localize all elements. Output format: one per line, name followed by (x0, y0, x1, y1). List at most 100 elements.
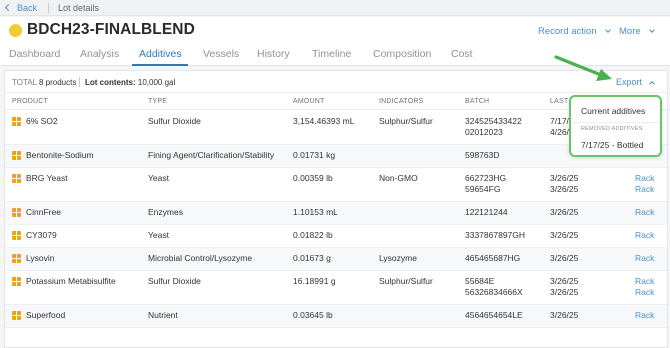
product-amount: 0.03645 lb (293, 310, 333, 320)
batch-number: 56326834666X (465, 287, 523, 297)
product-type: Sulfur Dioxide (148, 276, 201, 286)
lot-header: BDCH23-FINALBLEND Record action More (0, 17, 670, 45)
summary-bar: TOTAL 8 products Lot contents: 10,000 ga… (5, 71, 667, 93)
last-date: 3/26/25 (550, 184, 579, 194)
product-amount: 0.00359 lb (293, 173, 333, 183)
product-name: BRG Yeast (26, 173, 68, 183)
tab-composition[interactable]: Composition (373, 48, 431, 60)
product-indicators: Sulphur/Sulfur (379, 116, 433, 126)
last-date: 3/26/25 (550, 276, 579, 286)
product-name: Bentonite-Sodium (26, 150, 94, 160)
product-icon (12, 231, 21, 240)
batch-number: 3337867897GH (465, 230, 526, 240)
rack-link[interactable]: Rack (635, 276, 654, 287)
last-date: 3/26/25 (550, 207, 579, 217)
product-type: Yeast (148, 173, 169, 183)
top-bar: Back Lot details (0, 0, 670, 16)
lot-contents-value: 10,000 gal (137, 78, 176, 87)
divider (571, 122, 660, 123)
last-date: 3/26/25 (550, 230, 579, 240)
table-row[interactable]: Potassium Metabisulfite Sulfur Dioxide 1… (5, 271, 667, 305)
lot-status-dot (9, 24, 22, 37)
product-name: Potassium Metabisulfite (26, 276, 116, 286)
product-type: Sulfur Dioxide (148, 116, 201, 126)
product-indicators: Lysozyme (379, 253, 417, 263)
last-date: 7/17/ (550, 116, 569, 126)
record-action-label: Record action (538, 26, 597, 37)
tab-dashboard[interactable]: Dashboard (9, 48, 60, 60)
table-row[interactable]: Superfood Nutrient 0.03645 lb 4564654654… (5, 305, 667, 328)
product-count: 8 products (39, 78, 77, 87)
batch-number: 465465687HG (465, 253, 521, 263)
table-row[interactable]: CY3079 Yeast 0.01822 lb 3337867897GH 3/2… (5, 225, 667, 248)
product-amount: 0.01731 kg (293, 150, 336, 160)
product-type: Microbial Control/Lysozyme (148, 253, 253, 263)
batch-number: 122121244 (465, 207, 508, 217)
product-name: Superfood (26, 310, 66, 320)
removed-additives-option[interactable]: 7/17/25 - Bottled (581, 140, 643, 150)
last-date: 4/26/ (550, 127, 569, 137)
record-action-button[interactable]: Record action (538, 26, 611, 37)
lot-contents-label: Lot contents: (85, 78, 136, 87)
chevron-down-icon (648, 27, 655, 33)
column-header[interactable]: AMOUNT (293, 98, 325, 105)
column-header[interactable]: BATCH (465, 98, 489, 105)
current-additives-option[interactable]: Current additives (581, 106, 645, 116)
tab-vessels[interactable]: Vessels (203, 48, 239, 60)
rack-link[interactable]: Rack (635, 253, 654, 264)
back-label: Back (17, 2, 38, 13)
product-name: CY3079 (26, 230, 57, 240)
total-label: TOTAL (12, 78, 38, 87)
rack-link[interactable]: Rack (635, 230, 654, 241)
product-indicators: Non-GMO (379, 173, 418, 183)
chevron-left-icon (4, 3, 13, 12)
last-date: 3/26/25 (550, 173, 579, 183)
product-icon (12, 254, 21, 263)
page-title: BDCH23-FINALBLEND (27, 21, 195, 38)
column-header[interactable]: TYPE (148, 98, 167, 105)
table-row[interactable]: CinnFree Enzymes 1.10153 mL 122121244 3/… (5, 202, 667, 225)
product-icon (12, 277, 21, 286)
tab-history[interactable]: History (257, 48, 290, 60)
tab-timeline[interactable]: Timeline (312, 48, 351, 60)
column-header[interactable]: LAST (550, 98, 568, 105)
rack-link[interactable]: Rack (635, 310, 654, 321)
breadcrumb: Lot details (58, 2, 100, 13)
product-icon (12, 208, 21, 217)
rack-link[interactable]: Rack (635, 287, 654, 298)
product-type: Yeast (148, 230, 169, 240)
rack-link[interactable]: Rack (635, 173, 654, 184)
product-name: Lysovin (26, 253, 55, 263)
tab-additives[interactable]: Additives (139, 48, 182, 60)
active-tab-indicator (132, 64, 188, 66)
last-date: 3/26/25 (550, 310, 579, 320)
last-date: 3/26/25 (550, 287, 579, 297)
chevron-down-icon (604, 27, 611, 33)
column-header[interactable]: INDICATORS (379, 98, 424, 105)
tab-analysis[interactable]: Analysis (80, 48, 119, 60)
table-row[interactable]: BRG Yeast Yeast 0.00359 lb Non-GMO 66272… (5, 168, 667, 202)
column-header[interactable]: PRODUCT (12, 98, 48, 105)
more-button[interactable]: More (619, 26, 655, 37)
product-indicators: Sulphur/Sulfur (379, 276, 433, 286)
table-header: PRODUCT TYPE AMOUNT INDICATORS BATCH LAS… (5, 94, 667, 110)
export-button[interactable]: Export (616, 77, 655, 87)
product-icon (12, 174, 21, 183)
table-row[interactable]: Bentonite-Sodium Fining Agent/Clarificat… (5, 145, 667, 168)
table-row[interactable]: 6% SO2 Sulfur Dioxide 3,154.46393 mL Sul… (5, 111, 667, 145)
back-button[interactable]: Back (0, 0, 37, 16)
product-name: 6% SO2 (26, 116, 58, 126)
product-name: CinnFree (26, 207, 61, 217)
rack-link[interactable]: Rack (635, 184, 654, 195)
removed-additives-heading: REMOVED ADDITIVES (581, 126, 643, 132)
divider (48, 2, 50, 13)
table-row[interactable]: Lysovin Microbial Control/Lysozyme 0.016… (5, 248, 667, 271)
lot-contents: Lot contents: 10,000 gal (85, 78, 175, 87)
tab-cost[interactable]: Cost (451, 48, 473, 60)
rack-link[interactable]: Rack (635, 207, 654, 218)
batch-number: 324525433422 (465, 116, 522, 126)
product-amount: 0.01673 g (293, 253, 331, 263)
batch-number: 4564654654LE (465, 310, 523, 320)
export-label: Export (616, 77, 643, 87)
batch-number: 55684E (465, 276, 495, 286)
